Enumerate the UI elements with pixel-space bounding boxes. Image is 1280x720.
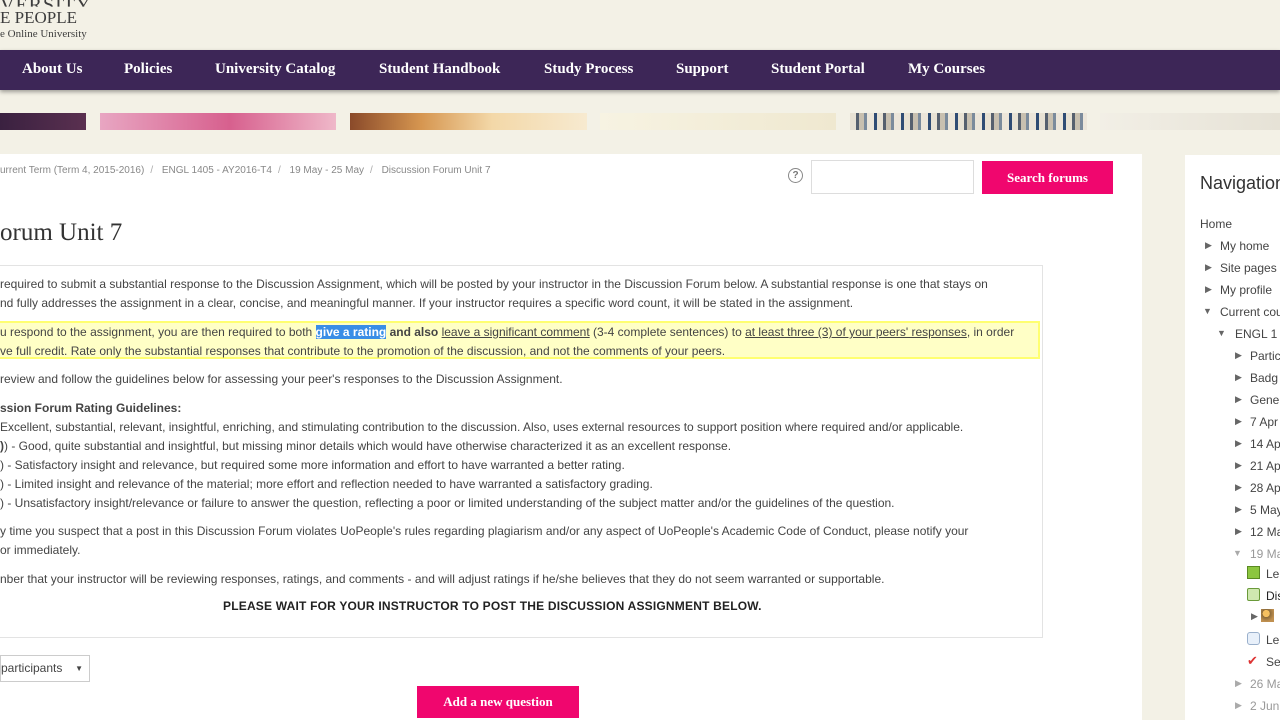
nav-home[interactable]: Home [1200, 217, 1232, 231]
expand-arrow-icon[interactable]: ▶ [1235, 526, 1242, 537]
wait-notice: PLEASE WAIT FOR YOUR INSTRUCTOR TO POST … [223, 599, 762, 613]
intro-line-2: nd fully addresses the assignment in a c… [0, 296, 854, 310]
expand-arrow-icon[interactable]: ▶ [1235, 678, 1242, 689]
instructor-review-note: nber that your instructor will be review… [0, 572, 885, 586]
guideline-unsatisfactory: ) - Unsatisfactory insight/relevance or … [0, 496, 895, 510]
participants-select[interactable]: participants ▼ [0, 655, 90, 682]
expand-arrow-icon[interactable]: ▶ [1235, 460, 1242, 471]
peers-responses-link[interactable]: at least three (3) of your peers' respon… [745, 325, 967, 339]
guideline-excellent: Excellent, substantial, relevant, insigh… [0, 420, 964, 434]
breadcrumb-course[interactable]: ENGL 1405 - AY2016-T4 [162, 165, 272, 176]
guideline-satisfactory: ) - Satisfactory insight and relevance, … [0, 458, 625, 472]
guideline-limited: ) - Limited insight and relevance of the… [0, 477, 653, 491]
significant-comment-link[interactable]: leave a significant comment [442, 325, 590, 339]
selected-text: give a rating [315, 325, 387, 339]
nav-study-process[interactable]: Study Process [544, 61, 633, 78]
conduct-line-1: y time you suspect that a post in this D… [0, 524, 969, 538]
nav-section[interactable]: 26 Ma [1250, 677, 1280, 691]
nav-section[interactable]: 12 Ma [1250, 525, 1280, 539]
banner-image-5 [850, 113, 1087, 130]
expand-arrow-icon[interactable]: ▶ [1235, 504, 1242, 515]
main-navbar: About Us Policies University Catalog Stu… [0, 50, 1280, 90]
nav-section[interactable]: 7 Apr [1250, 415, 1278, 429]
nav-section[interactable]: 2 Jun [1250, 699, 1279, 713]
nav-section[interactable]: Gene [1250, 393, 1279, 407]
nav-section-current[interactable]: 19 Ma [1250, 547, 1280, 561]
nav-activity[interactable]: Le [1266, 633, 1279, 647]
nav-section[interactable]: 28 Ap [1250, 481, 1280, 495]
collapse-arrow-icon[interactable]: ▼ [1233, 548, 1242, 558]
nav-section[interactable]: 21 Ap [1250, 459, 1280, 473]
nav-my-home[interactable]: My home [1220, 239, 1269, 253]
collapse-arrow-icon[interactable]: ▼ [1217, 328, 1226, 338]
nav-activity[interactable]: Se [1266, 655, 1280, 669]
expand-arrow-icon[interactable]: ▶ [1251, 611, 1258, 622]
guidelines-intro: review and follow the guidelines below f… [0, 372, 563, 386]
nav-section[interactable]: Badg [1250, 371, 1278, 385]
expand-arrow-icon[interactable]: ▶ [1235, 394, 1242, 405]
conduct-line-2: or immediately. [0, 543, 81, 557]
breadcrumb-forum: Discussion Forum Unit 7 [381, 165, 491, 176]
expand-arrow-icon[interactable]: ▶ [1205, 284, 1212, 295]
nav-university-catalog[interactable]: University Catalog [215, 61, 335, 78]
nav-section[interactable]: 14 Ap [1250, 437, 1280, 451]
nav-student-portal[interactable]: Student Portal [771, 61, 865, 78]
forum-icon [1247, 588, 1260, 601]
logo-tagline: e Online University [0, 28, 87, 40]
nav-about-us[interactable]: About Us [22, 61, 82, 78]
expand-arrow-icon[interactable]: ▶ [1235, 482, 1242, 493]
search-forums-button[interactable]: Search forums [982, 161, 1113, 194]
nav-support[interactable]: Support [676, 61, 729, 78]
expand-arrow-icon[interactable]: ▶ [1235, 350, 1242, 361]
search-forums-input[interactable] [811, 160, 974, 194]
expand-arrow-icon[interactable]: ▶ [1235, 438, 1242, 449]
navigation-title: Navigation [1200, 173, 1280, 193]
navigation-block: Navigation Home ▶ My home ▶ Site pages ▶… [1185, 155, 1280, 720]
nav-section[interactable]: Partic [1250, 349, 1280, 363]
quiz-check-icon: ✔ [1247, 653, 1258, 668]
breadcrumb: urrent Term (Term 4, 2015-2016) / ENGL 14… [0, 165, 491, 176]
rating-instruction-line-2: ve full credit. Rate only the substantia… [0, 344, 726, 358]
breadcrumb-term[interactable]: urrent Term (Term 4, 2015-2016) [0, 165, 144, 176]
book-icon [1247, 566, 1260, 579]
expand-arrow-icon[interactable]: ▶ [1235, 372, 1242, 383]
breadcrumb-week[interactable]: 19 May - 25 May [290, 165, 364, 176]
nav-my-courses[interactable]: My Courses [908, 61, 985, 78]
rating-instruction-line-1: u respond to the assignment, you are the… [0, 325, 1015, 339]
page-title: orum Unit 7 [0, 219, 123, 246]
help-icon[interactable]: ? [788, 168, 803, 183]
intro-line-1: required to submit a substantial respons… [0, 277, 988, 291]
logo-line-2: E PEOPLE [0, 8, 77, 27]
nav-activity[interactable]: Le [1266, 567, 1279, 581]
chevron-down-icon: ▼ [75, 664, 83, 673]
collapse-arrow-icon[interactable]: ▼ [1203, 306, 1212, 316]
nav-activity-current[interactable]: Dis [1266, 589, 1280, 603]
page-icon [1247, 632, 1260, 645]
nav-section[interactable]: 5 May [1250, 503, 1280, 517]
guideline-good: )) - Good, quite substantial and insight… [0, 439, 732, 453]
guidelines-title: ssion Forum Rating Guidelines: [0, 401, 182, 415]
nav-current-courses[interactable]: Current cou [1220, 305, 1280, 319]
nav-course[interactable]: ENGL 1 [1235, 327, 1277, 341]
users-icon [1261, 609, 1274, 622]
expand-arrow-icon[interactable]: ▶ [1235, 700, 1242, 711]
banner-image-2 [100, 113, 336, 130]
expand-arrow-icon[interactable]: ▶ [1205, 262, 1212, 273]
nav-student-handbook[interactable]: Student Handbook [379, 61, 500, 78]
banner-image-1 [0, 113, 86, 130]
nav-policies[interactable]: Policies [124, 61, 172, 78]
expand-arrow-icon[interactable]: ▶ [1205, 240, 1212, 251]
nav-my-profile[interactable]: My profile [1220, 283, 1272, 297]
banner-image-4 [600, 113, 836, 130]
banner-image-3 [350, 113, 587, 130]
nav-site-pages[interactable]: Site pages [1220, 261, 1277, 275]
banner-image-6 [1100, 113, 1280, 130]
expand-arrow-icon[interactable]: ▶ [1235, 416, 1242, 427]
add-new-question-button[interactable]: Add a new question [417, 686, 579, 718]
